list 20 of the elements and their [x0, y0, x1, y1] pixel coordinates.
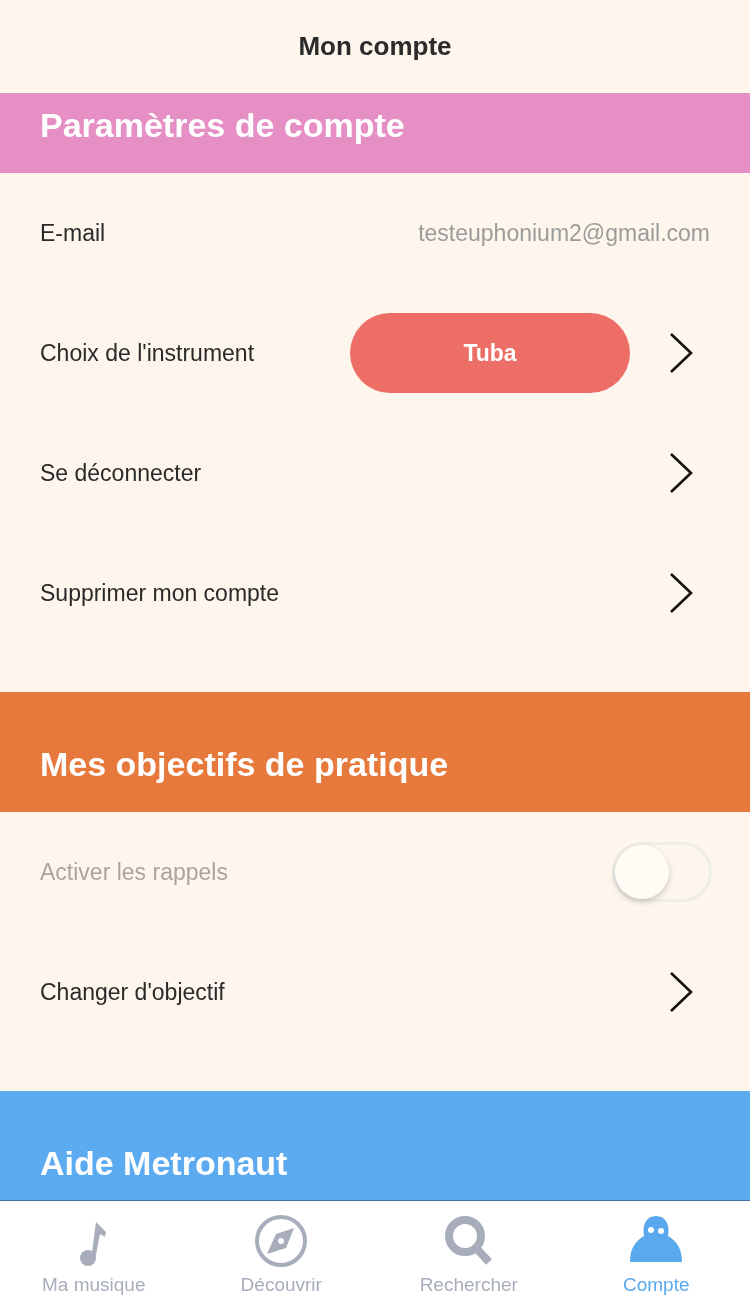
row-label: Activer les rappels — [40, 858, 229, 886]
instrument-button[interactable]: Tuba — [350, 313, 630, 393]
row-label: Choix de l'instrument — [40, 339, 256, 367]
chevron-icon[interactable] — [668, 970, 694, 1014]
row-label: Supprimer mon compte — [40, 579, 281, 607]
section-title: Aide Metronaut — [40, 1143, 289, 1183]
tab-item[interactable]: Rechercher — [375, 1201, 563, 1300]
chevron-icon[interactable] — [668, 331, 694, 375]
email-value: testeuphonium2@gmail.com — [418, 219, 710, 247]
tab-item[interactable]: Ma musique — [0, 1201, 188, 1300]
row-label: E-mail — [40, 219, 107, 247]
tab-item[interactable]: Découvrir — [187, 1201, 375, 1300]
section-title: Mes objectifs de pratique — [40, 744, 450, 784]
chevron-icon[interactable] — [668, 571, 694, 615]
screen-title: Mon compte — [298, 31, 452, 62]
section-title: Paramètres de compte — [40, 105, 406, 145]
row-label: Changer d'objectif — [40, 978, 226, 1006]
tab-item[interactable]: Compte — [562, 1201, 750, 1300]
chevron-icon[interactable] — [668, 451, 694, 495]
row-label: Se déconnecter — [40, 459, 203, 487]
